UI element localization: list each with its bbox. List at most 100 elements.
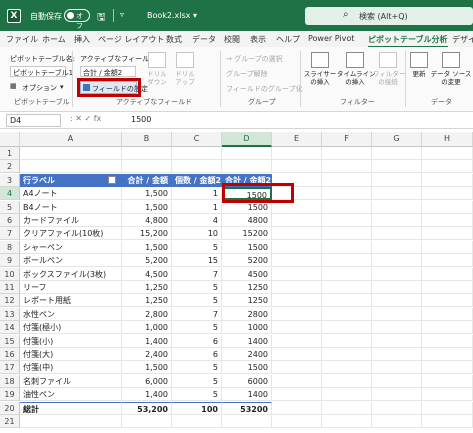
pivot-cell[interactable]: 6,000: [122, 374, 172, 388]
pivot-header-cell[interactable]: 合計 / 金額: [122, 173, 172, 187]
pivot-cell[interactable]: 5200: [222, 254, 272, 268]
cell[interactable]: [372, 374, 422, 388]
pivot-cell[interactable]: 5: [172, 374, 222, 388]
pivot-cell[interactable]: 2400: [222, 348, 272, 361]
cell[interactable]: [222, 415, 272, 428]
cell[interactable]: [372, 348, 422, 361]
tab-file[interactable]: ファイル: [6, 34, 38, 45]
cell[interactable]: [422, 307, 473, 321]
tab-power-pivot[interactable]: Power Pivot: [308, 34, 354, 43]
pivot-cell[interactable]: 油性ペン: [20, 388, 122, 402]
cell[interactable]: [322, 401, 372, 415]
pivot-cell[interactable]: カードファイル: [20, 214, 122, 227]
cell[interactable]: [422, 254, 473, 268]
cell[interactable]: [422, 348, 473, 361]
drill-up-button[interactable]: ドリル アップ: [171, 52, 199, 86]
cell[interactable]: [372, 147, 422, 160]
group-selection-button[interactable]: → グループの選択: [226, 54, 283, 64]
pivot-cell[interactable]: 1: [172, 200, 222, 214]
row-header[interactable]: 19: [0, 388, 20, 402]
pivot-cell[interactable]: 5: [172, 281, 222, 294]
pivot-cell[interactable]: B4ノート: [20, 200, 122, 214]
cell[interactable]: [272, 321, 322, 335]
pivot-cell[interactable]: 7: [172, 267, 222, 281]
filter-connections-button[interactable]: フィルター の接続: [373, 52, 405, 86]
column-header-h[interactable]: H: [422, 132, 473, 147]
pivot-cell[interactable]: ボックスファイル(3枚): [20, 267, 122, 281]
qat-customize-icon[interactable]: ▿: [120, 10, 124, 19]
pivot-total-cell[interactable]: 53,200: [122, 401, 172, 415]
cell[interactable]: [422, 401, 473, 415]
cell[interactable]: [372, 388, 422, 402]
cell[interactable]: [272, 240, 322, 254]
pivot-cell[interactable]: 1250: [222, 281, 272, 294]
pivot-cell[interactable]: 1: [172, 187, 222, 201]
cell[interactable]: [372, 307, 422, 321]
cell[interactable]: [122, 415, 172, 428]
tab-pivottable-analyze[interactable]: ピボットテーブル分析: [368, 34, 448, 48]
cell[interactable]: [172, 147, 222, 160]
column-header-d[interactable]: D: [222, 132, 272, 147]
cell[interactable]: [272, 294, 322, 308]
cell[interactable]: [422, 214, 473, 227]
document-title[interactable]: Book2.xlsx ▾: [147, 11, 197, 20]
cell[interactable]: [20, 147, 122, 160]
active-field-input[interactable]: 合計 / 金額2: [80, 66, 136, 77]
pivot-cell[interactable]: 2800: [222, 307, 272, 321]
row-header[interactable]: 3: [0, 173, 20, 187]
pivot-cell[interactable]: 5: [172, 388, 222, 402]
pivot-header-cell[interactable]: 個数 / 金額2: [172, 173, 222, 187]
row-header[interactable]: 1: [0, 147, 20, 160]
cell[interactable]: [422, 321, 473, 335]
pivot-cell[interactable]: 7: [172, 307, 222, 321]
cell[interactable]: [372, 321, 422, 335]
column-header-g[interactable]: G: [372, 132, 422, 147]
cell[interactable]: [372, 415, 422, 428]
cell[interactable]: [322, 200, 372, 214]
cell[interactable]: [422, 200, 473, 214]
column-header-a[interactable]: A: [20, 132, 122, 147]
cell[interactable]: [272, 348, 322, 361]
row-header[interactable]: 14: [0, 321, 20, 335]
cell[interactable]: [372, 334, 422, 348]
cell[interactable]: [322, 334, 372, 348]
cell[interactable]: [272, 147, 322, 160]
cell[interactable]: [372, 160, 422, 174]
pivot-total-cell[interactable]: 総計: [20, 401, 122, 415]
cell[interactable]: [272, 267, 322, 281]
pivot-cell[interactable]: 6000: [222, 374, 272, 388]
pivot-cell[interactable]: 1,250: [122, 281, 172, 294]
row-header[interactable]: 7: [0, 227, 20, 241]
cell[interactable]: [172, 160, 222, 174]
formula-input[interactable]: 1500: [131, 115, 151, 124]
cell[interactable]: [422, 187, 473, 201]
cell[interactable]: [322, 374, 372, 388]
cell[interactable]: [372, 281, 422, 294]
ungroup-button[interactable]: グループ解除: [226, 69, 268, 79]
cell[interactable]: [122, 160, 172, 174]
insert-timeline-button[interactable]: タイムライン の挿入: [337, 52, 376, 86]
cell[interactable]: [272, 214, 322, 227]
pivot-cell[interactable]: 4,500: [122, 267, 172, 281]
pivot-cell[interactable]: 1,400: [122, 334, 172, 348]
pivot-cell[interactable]: A4ノート: [20, 187, 122, 201]
tab-view[interactable]: 表示: [250, 34, 266, 45]
name-box[interactable]: D4: [6, 114, 61, 127]
pivot-cell[interactable]: シャーペン: [20, 240, 122, 254]
tab-design[interactable]: デザイン: [452, 34, 473, 45]
cell[interactable]: [422, 147, 473, 160]
cell[interactable]: [322, 187, 372, 201]
row-header[interactable]: 18: [0, 374, 20, 388]
cell[interactable]: [20, 160, 122, 174]
pivot-cell[interactable]: 5: [172, 294, 222, 308]
pivot-cell[interactable]: 1400: [222, 388, 272, 402]
cell[interactable]: [322, 294, 372, 308]
group-field-button[interactable]: フィールドのグループ化: [226, 84, 302, 94]
pivot-cell[interactable]: 水性ペン: [20, 307, 122, 321]
pivot-cell[interactable]: 4: [172, 214, 222, 227]
row-header[interactable]: 16: [0, 348, 20, 361]
column-header-f[interactable]: F: [322, 132, 372, 147]
pivot-cell[interactable]: 4,800: [122, 214, 172, 227]
cell[interactable]: [422, 267, 473, 281]
cell[interactable]: [422, 374, 473, 388]
